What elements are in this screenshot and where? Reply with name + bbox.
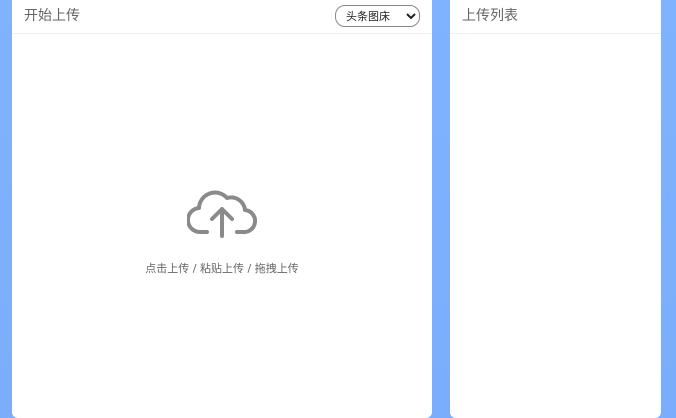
upload-panel: 开始上传 头条图床 点击上传 / 粘贴上传 / 拖拽上传 [12,0,432,418]
upload-drop-zone[interactable]: 点击上传 / 粘贴上传 / 拖拽上传 [12,34,432,418]
upload-panel-header: 开始上传 头条图床 [12,0,432,34]
upload-list-panel: 上传列表 [450,0,661,418]
image-host-select[interactable]: 头条图床 [335,5,420,27]
upload-hint-text: 点击上传 / 粘贴上传 / 拖拽上传 [145,262,299,275]
upload-list-title: 上传列表 [462,8,518,24]
cloud-upload-icon [187,190,257,238]
upload-list-header: 上传列表 [450,0,661,34]
upload-panel-title: 开始上传 [24,8,80,24]
